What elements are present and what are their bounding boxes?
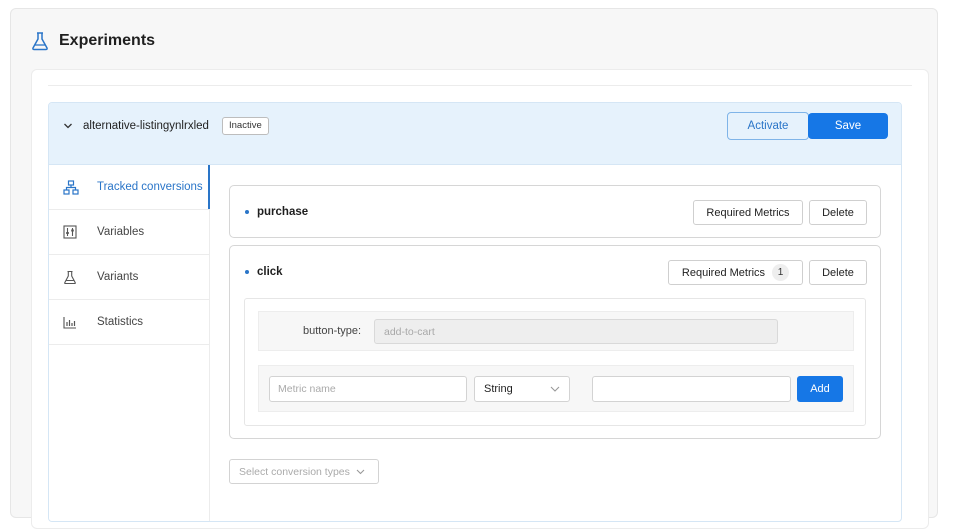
- chevron-down-icon[interactable]: [63, 119, 73, 133]
- experiment-name: alternative-listingynlrxled: [83, 120, 209, 132]
- new-metric-row: String Add: [258, 365, 854, 412]
- select-value: String: [484, 383, 513, 395]
- required-metrics-box: button-type: String: [244, 298, 866, 426]
- content-area: alternative-listingynlrxled Inactive Act…: [31, 69, 929, 529]
- card-header: Experiments: [31, 27, 155, 55]
- chevron-down-icon: [356, 466, 365, 478]
- conversion-name: purchase: [257, 206, 309, 218]
- experiment-panel: alternative-listingynlrxled Inactive Act…: [48, 102, 902, 522]
- status-badge: Inactive: [222, 117, 269, 135]
- tracked-conversions-panel: purchase Required Metrics Delete click R…: [210, 165, 901, 521]
- conversion-card-click: click Required Metrics 1 Delete button-t…: [229, 245, 881, 439]
- conversion-type-select[interactable]: Select conversion types: [229, 459, 379, 484]
- button-label: Required Metrics: [706, 206, 790, 219]
- page-title: Experiments: [59, 32, 156, 49]
- conversion-name: click: [257, 266, 283, 278]
- delete-button[interactable]: Delete: [809, 200, 867, 225]
- metric-type-select[interactable]: String: [474, 376, 570, 402]
- bar-chart-icon: [63, 316, 97, 329]
- bullet: [245, 270, 249, 274]
- sidebar-item-label: Statistics: [97, 316, 144, 328]
- metric-name-input[interactable]: [269, 376, 467, 402]
- sitemap-icon: [63, 179, 97, 195]
- activate-button[interactable]: Activate: [727, 112, 809, 140]
- required-metrics-button[interactable]: Required Metrics 1: [668, 260, 803, 285]
- save-button[interactable]: Save: [808, 113, 888, 139]
- required-metrics-button[interactable]: Required Metrics: [693, 200, 803, 225]
- divider: [48, 85, 912, 86]
- sidebar-item-label: Tracked conversions: [97, 181, 203, 193]
- sidebar-item-tracked-conversions[interactable]: Tracked conversions: [49, 165, 210, 210]
- metric-row: button-type:: [258, 311, 854, 351]
- sidebar-item-variables[interactable]: Variables: [49, 210, 209, 255]
- metric-value-input[interactable]: [592, 376, 791, 402]
- add-metric-button[interactable]: Add: [797, 376, 843, 402]
- delete-button[interactable]: Delete: [809, 260, 867, 285]
- conversion-card-purchase: purchase Required Metrics Delete: [229, 185, 881, 238]
- count-badge: 1: [772, 264, 790, 281]
- select-placeholder: Select conversion types: [239, 465, 350, 478]
- sidebar-item-label: Variables: [97, 226, 145, 238]
- flask-icon: [63, 270, 97, 285]
- experiment-sidebar: Tracked conversions Variables Variants S…: [49, 165, 210, 521]
- sidebar-item-label: Variants: [97, 271, 139, 283]
- bullet: [245, 210, 249, 214]
- chevron-down-icon: [550, 383, 560, 395]
- sidebar-item-statistics[interactable]: Statistics: [49, 300, 209, 345]
- metric-value-field: [374, 319, 778, 344]
- experiment-header[interactable]: alternative-listingynlrxled Inactive Act…: [49, 103, 901, 165]
- button-label: Required Metrics: [681, 266, 766, 279]
- flask-icon: [31, 31, 49, 51]
- experiments-card: Experiments alternative-listingynlrxled …: [10, 8, 938, 529]
- sidebar-item-variants[interactable]: Variants: [49, 255, 209, 300]
- metric-name: button-type:: [303, 325, 362, 337]
- sliders-icon: [63, 225, 97, 239]
